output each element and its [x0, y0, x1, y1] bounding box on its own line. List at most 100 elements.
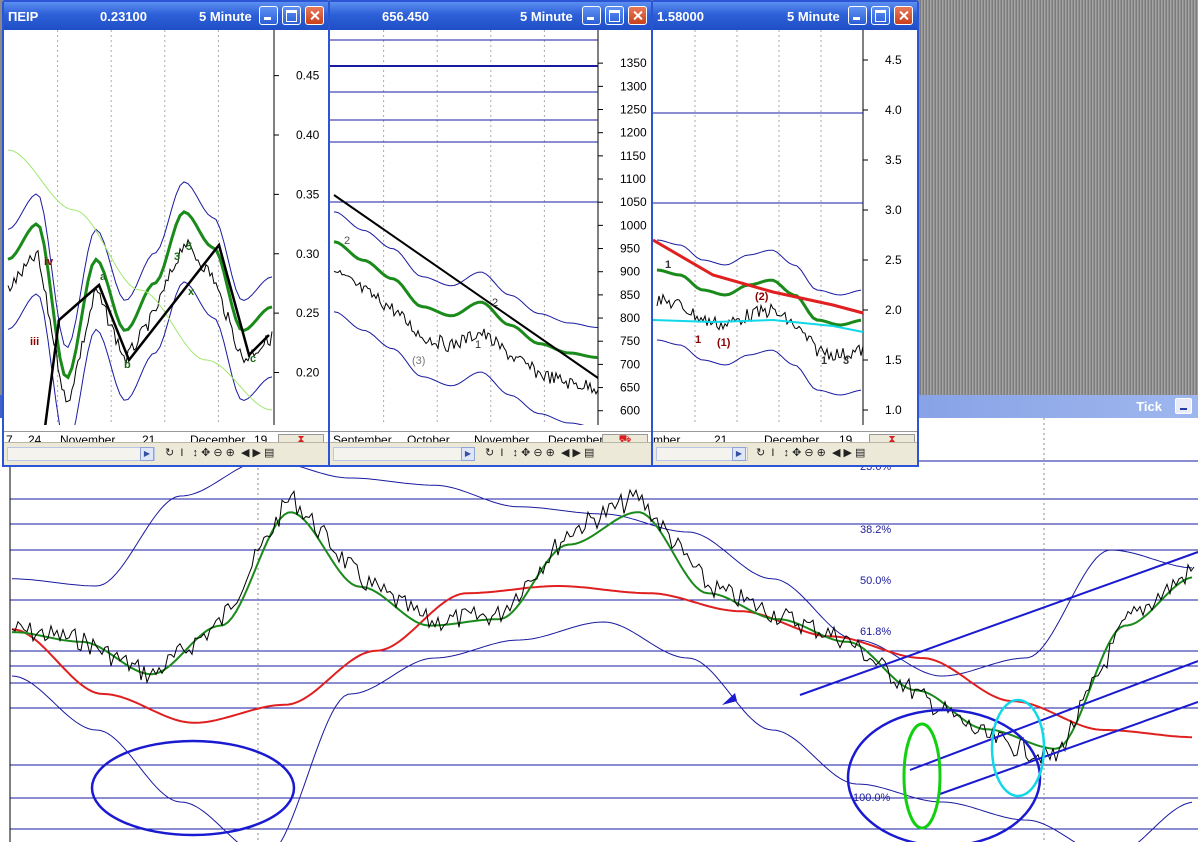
- minimize-button[interactable]: [259, 6, 278, 25]
- price-line: [333, 269, 599, 395]
- tick-window-title: Tick: [1136, 399, 1162, 414]
- price-tick-label: 1100: [620, 172, 646, 186]
- channel-lines: [799, 551, 1198, 795]
- scroll-right-arrow[interactable]: ▶: [140, 447, 154, 461]
- chart-window-1[interactable]: ΠΕΙΡ 0.23100 5 Minute 0.45 0.40 0.35 0.30 0.…: [2, 0, 330, 467]
- wave-label: 3: [843, 355, 849, 367]
- wave-label: 3: [174, 251, 180, 263]
- price-tick-label: 1050: [620, 195, 647, 209]
- price-tick-label: 1000: [620, 218, 647, 232]
- pointer-arrow-icon: [722, 693, 737, 705]
- price-tick-label: 1300: [620, 79, 647, 93]
- horizontal-scrollbar[interactable]: [333, 447, 469, 461]
- wave-label: iii: [30, 336, 39, 348]
- price-tick-label: 750: [620, 334, 640, 348]
- scroll-right-arrow[interactable]: ▶: [732, 447, 746, 461]
- fib-label-38: 38.2%: [860, 524, 892, 536]
- chart-window-2[interactable]: 656.450 5 Minute 1350 1300 1250 1200 1150 110…: [328, 0, 653, 467]
- wave-label: 1: [475, 339, 481, 351]
- price-tick-label: 0.20: [296, 366, 320, 380]
- window-1-price: 0.23100: [100, 9, 147, 24]
- wave-label: c: [250, 353, 256, 365]
- refresh-icon[interactable]: ↻ I ↕ ✥ ⊖ ⊕ ◀ ▶ ▤: [485, 446, 594, 459]
- minimize-button[interactable]: [582, 6, 601, 25]
- wave-label: 2: [344, 235, 350, 247]
- window-1-toolbar: ▶ ↻ I ↕ ✥ ⊖ ⊕ ◀ ▶ ▤: [4, 442, 328, 465]
- wave-label: iv: [44, 256, 54, 268]
- wave-label: x: [188, 286, 195, 298]
- window-3-titlebar[interactable]: 1.58000 5 Minute: [653, 2, 917, 30]
- price-tick-label: 850: [620, 288, 640, 302]
- price-tick-label: 2.5: [885, 253, 902, 267]
- wave-label: 1: [695, 334, 701, 346]
- wave-label: 1: [821, 355, 827, 367]
- maximize-button[interactable]: [871, 6, 890, 25]
- wave-label: 1: [665, 259, 671, 271]
- trendline: [333, 194, 599, 379]
- price-tick-label: 3.5: [885, 153, 902, 167]
- lower-band: [333, 311, 585, 425]
- tick-chart-canvas: [9, 418, 1198, 842]
- minimize-button[interactable]: [1175, 398, 1192, 414]
- upper-band: [12, 459, 1193, 677]
- desktop-background-pattern: [920, 0, 1198, 395]
- channel-lower: [939, 701, 1198, 795]
- price-tick-label: 4.0: [885, 103, 902, 117]
- window-3-price: 1.58000: [657, 9, 704, 24]
- wave-label: 2: [492, 297, 498, 309]
- price-tick-label: 650: [620, 381, 640, 395]
- window-3-chart: 4.5 4.0 3.5 3.0 2.5 2.0 1.5 1.0 (1) (2) 1 1 1 3: [653, 30, 902, 425]
- price-tick-label: 4.5: [885, 53, 902, 67]
- window-2-interval: 5 Minute: [520, 9, 573, 24]
- price-tick-label: 3.0: [885, 203, 902, 217]
- maximize-button[interactable]: [282, 6, 301, 25]
- wave-label: b: [124, 359, 131, 371]
- price-tick-label: 1.5: [885, 353, 902, 367]
- price-tick-label: 1.0: [885, 403, 902, 417]
- window-1-titlebar[interactable]: ΠΕΙΡ 0.23100 5 Minute: [4, 2, 328, 30]
- price-tick-label: 700: [620, 357, 640, 371]
- scroll-right-arrow[interactable]: ▶: [461, 447, 475, 461]
- minimize-button[interactable]: [848, 6, 867, 25]
- base-ellipse-right: [846, 708, 1042, 842]
- refresh-icon[interactable]: ↻ I ↕ ✥ ⊖ ⊕ ◀ ▶ ▤: [165, 446, 274, 459]
- price-tick-label: 950: [620, 242, 640, 256]
- price-tick-label: 0.35: [296, 187, 320, 201]
- long-moving-average: [11, 585, 1193, 739]
- window-3-toolbar: ▶ ↻ I ↕ ✥ ⊖ ⊕ ◀ ▶ ▤: [653, 442, 917, 465]
- moving-average-green: [333, 240, 599, 360]
- window-1-symbol: ΠΕΙΡ: [8, 9, 39, 24]
- light-green-envelope: [7, 149, 273, 411]
- channel-upper: [799, 551, 1198, 696]
- cyan-moving-average: [653, 318, 864, 333]
- wave-label: (3): [412, 355, 425, 367]
- chart-window-3[interactable]: 1.58000 5 Minute 4.5 4.0 3.5 3.0 2.5 2.0 1.5 1.…: [651, 0, 919, 467]
- close-button[interactable]: [628, 6, 647, 25]
- maximize-button[interactable]: [605, 6, 624, 25]
- window-1-interval: 5 Minute: [199, 9, 252, 24]
- close-button[interactable]: [894, 6, 913, 25]
- short-moving-average: [11, 511, 1193, 750]
- price-tick-label: 1250: [620, 103, 647, 117]
- horizontal-grid-lines: [10, 460, 1198, 830]
- wave-label: (1): [717, 337, 731, 349]
- fib-label-50: 50.0%: [860, 575, 892, 587]
- price-tick-label: 0.45: [296, 69, 320, 83]
- price-tick-label: 0.30: [296, 247, 320, 261]
- window-1-chart: 0.45 0.40 0.35 0.30 0.25 0.20 iv iii a b c 35 x: [7, 30, 320, 425]
- price-tick-label: 1350: [620, 56, 647, 70]
- price-tick-label: 0.40: [296, 128, 320, 142]
- fib-label-100: 100.0%: [853, 792, 891, 804]
- window-3-interval: 5 Minute: [787, 9, 840, 24]
- horizontal-scrollbar[interactable]: [7, 447, 155, 461]
- price-tick-label: 2.0: [885, 303, 902, 317]
- window-2-titlebar[interactable]: 656.450 5 Minute: [330, 2, 651, 30]
- base-ellipse-left: [90, 739, 296, 837]
- window-2-toolbar: ▶ ↻ I ↕ ✥ ⊖ ⊕ ◀ ▶ ▤: [330, 442, 651, 465]
- window-2-price: 656.450: [382, 9, 429, 24]
- green-ellipse: [902, 722, 942, 830]
- close-button[interactable]: [305, 6, 324, 25]
- refresh-icon[interactable]: ↻ I ↕ ✥ ⊖ ⊕ ◀ ▶ ▤: [756, 446, 865, 459]
- lower-band: [656, 339, 862, 396]
- price-tick-label: 1150: [620, 149, 646, 163]
